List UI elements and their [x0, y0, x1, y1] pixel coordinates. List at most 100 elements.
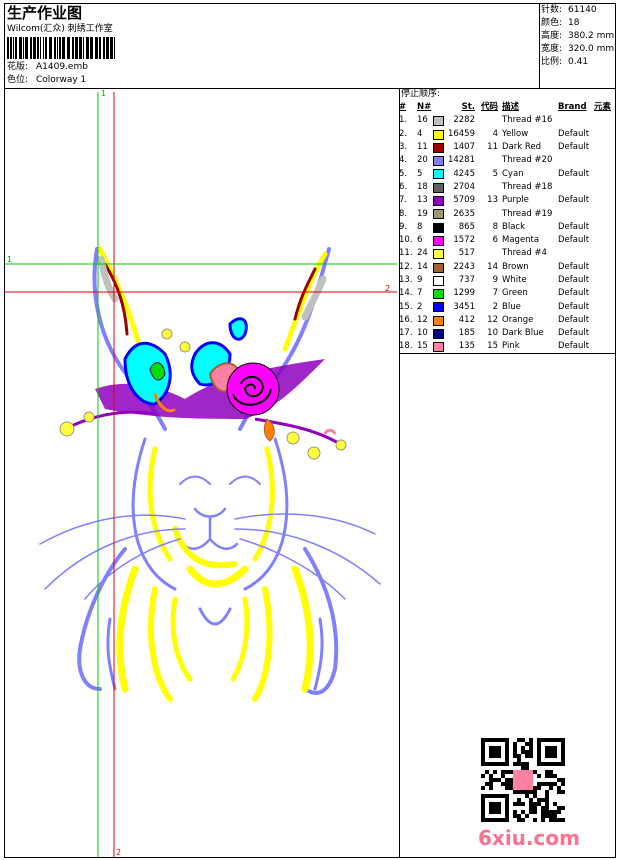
row-description: White — [502, 275, 527, 285]
row-stitches: 1572 — [453, 235, 475, 246]
row-brand: Default — [558, 288, 590, 299]
row-code — [475, 207, 498, 220]
color-swatch — [433, 142, 444, 153]
color-swatch — [433, 116, 444, 127]
row-swatch: 5709 — [433, 194, 475, 207]
row-index: 9. — [399, 221, 408, 232]
row-needle: 8 — [417, 221, 423, 232]
guide-h2-label: 2 — [385, 284, 391, 293]
thread-row: 7. 13 5709 13 Purple Default — [399, 194, 611, 207]
row-element — [594, 154, 611, 167]
stat-scale: 比例: 0.41 — [541, 57, 589, 67]
row-code: 8 — [492, 221, 498, 232]
color-swatch — [433, 249, 444, 260]
row-needle: 5 — [417, 168, 423, 179]
row-description: Thread #18 — [502, 181, 553, 192]
thread-row: 11. 24 517 Thread #4 — [399, 247, 611, 260]
row-code: 7 — [492, 288, 498, 299]
color-swatch — [433, 235, 444, 246]
row-swatch: 14281 — [433, 154, 475, 167]
row-stitches: 2282 — [453, 115, 475, 126]
row-index: 10. — [399, 235, 413, 246]
color-swatch — [433, 129, 444, 140]
row-element — [594, 234, 611, 247]
row-swatch: 2282 — [433, 114, 475, 127]
row-element — [594, 194, 611, 207]
row-description: Cyan — [502, 168, 524, 179]
color-swatch — [433, 329, 444, 340]
col-needle: N# — [417, 102, 432, 113]
sequence-heading: 停止顺序: — [401, 89, 441, 99]
row-code: 14 — [487, 261, 498, 272]
row-index: 6. — [399, 181, 408, 192]
row-brand: Default — [558, 275, 590, 285]
thread-row: 16. 12 412 12 Orange Default — [399, 314, 611, 327]
row-element — [594, 181, 611, 194]
thread-row: 6. 18 2704 Thread #18 — [399, 181, 611, 194]
guide-lines — [5, 92, 397, 857]
row-needle: 18 — [417, 181, 428, 192]
row-stitches: 5709 — [453, 195, 475, 206]
row-element — [594, 261, 611, 274]
row-index: 5. — [399, 168, 408, 179]
row-index: 3. — [399, 142, 408, 153]
row-needle: 2 — [417, 301, 423, 312]
col-element: 元素 — [594, 102, 612, 113]
row-brand: Default — [558, 168, 590, 179]
guide-v1-label: 1 — [101, 89, 107, 98]
row-index: 7. — [399, 195, 408, 206]
guide-v2-label: 2 — [116, 848, 122, 857]
row-code: 15 — [487, 341, 498, 352]
row-stitches: 1299 — [453, 288, 475, 299]
row-swatch: 2635 — [433, 207, 475, 220]
row-element — [594, 327, 611, 340]
row-element — [594, 128, 611, 141]
row-swatch: 2243 — [433, 261, 475, 274]
row-swatch: 3451 — [433, 300, 475, 313]
row-element — [594, 207, 611, 220]
row-code: 13 — [487, 195, 498, 206]
color-swatch — [433, 169, 444, 180]
row-element — [594, 247, 611, 260]
row-description: Magenta — [502, 235, 540, 246]
row-swatch: 517 — [433, 247, 475, 260]
row-needle: 10 — [417, 328, 428, 339]
row-element — [594, 141, 611, 154]
row-description: Brown — [502, 261, 529, 272]
row-swatch: 135 — [433, 340, 475, 353]
row-brand — [558, 181, 594, 194]
row-code — [475, 114, 498, 127]
stats-list: 针数: 61140 颜色: 18 高度: 380.2 mm 宽度: 320.0 mm 比… — [539, 5, 616, 87]
row-swatch: 412 — [433, 314, 475, 327]
row-stitches: 1407 — [453, 142, 475, 153]
row-code: 6 — [492, 235, 498, 246]
row-index: 15. — [399, 301, 413, 312]
thread-row: 3. 11 1407 11 Dark Red Default — [399, 141, 611, 154]
row-swatch: 185 — [433, 327, 475, 340]
row-code: 12 — [487, 314, 498, 325]
thread-row: 8. 19 2635 Thread #19 — [399, 207, 611, 220]
row-index: 16. — [399, 314, 413, 325]
row-description: Pink — [502, 341, 520, 352]
row-brand — [558, 154, 594, 167]
row-swatch: 4245 — [433, 167, 475, 180]
row-brand: Default — [558, 142, 590, 153]
row-stitches: 2704 — [453, 181, 475, 192]
row-needle: 7 — [417, 288, 423, 299]
row-brand: Default — [558, 328, 590, 339]
row-brand — [558, 114, 594, 127]
row-stitches: 185 — [458, 328, 475, 339]
row-needle: 13 — [417, 195, 428, 206]
row-code — [475, 181, 498, 194]
row-element — [594, 221, 611, 234]
row-index: 4. — [399, 155, 408, 166]
stat-colors: 颜色: 18 — [541, 18, 580, 28]
color-swatch — [433, 302, 444, 313]
col-stitches: St. — [461, 102, 475, 113]
row-description: Thread #4 — [502, 248, 547, 259]
row-stitches: 14281 — [447, 155, 475, 166]
row-stitches: 865 — [458, 221, 475, 232]
row-stitches: 517 — [458, 248, 475, 259]
row-index: 13. — [399, 275, 413, 285]
row-code: 4 — [492, 128, 498, 139]
